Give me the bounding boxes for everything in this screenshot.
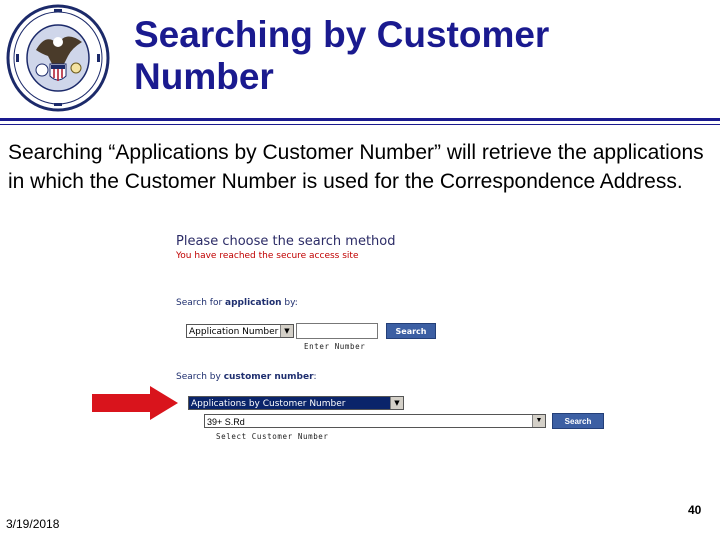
uspto-seal-icon <box>6 4 110 112</box>
application-type-value: Application Number <box>189 327 279 337</box>
slide-date: 3/19/2018 <box>6 517 60 531</box>
slide-title: Searching by Customer Number <box>134 14 550 97</box>
application-label-suffix: by: <box>281 298 298 308</box>
slide-body-text: Searching “Applications by Customer Numb… <box>8 141 704 193</box>
customer-search-type-select[interactable]: Applications by Customer Number ▼ <box>188 396 404 410</box>
red-arrow-icon <box>92 386 178 420</box>
customer-label-suffix: : <box>313 372 317 382</box>
customer-search-label: Search by customer number: <box>176 372 317 382</box>
enter-number-caption: Enter Number <box>304 342 366 351</box>
application-number-input[interactable] <box>296 323 378 339</box>
customer-label-bold: customer number <box>223 372 314 382</box>
application-label-prefix: Search for <box>176 298 226 308</box>
search-method-heading: Please choose the search method <box>176 234 396 249</box>
application-search-button[interactable]: Search <box>386 323 436 339</box>
chevron-down-icon[interactable]: ▼ <box>532 415 545 427</box>
application-type-select[interactable]: Application Number ▼ <box>186 324 294 338</box>
application-label-bold: application <box>225 298 282 308</box>
title-divider-thin <box>0 124 720 125</box>
chevron-down-icon[interactable]: ▼ <box>280 325 293 337</box>
customer-search-type-value: Applications by Customer Number <box>191 399 346 409</box>
chevron-down-icon[interactable]: ▼ <box>390 397 403 409</box>
customer-number-select[interactable]: 39+ S.Rd ▼ <box>204 414 546 428</box>
secure-site-notice: You have reached the secure access site <box>176 251 359 261</box>
title-divider <box>0 118 720 121</box>
customer-label-prefix: Search by <box>176 372 224 382</box>
application-search-label: Search for application by: <box>176 298 298 308</box>
slide-page-number: 40 <box>688 503 702 517</box>
customer-number-value: 39+ S.Rd <box>207 417 245 427</box>
customer-search-button[interactable]: Search <box>552 413 604 429</box>
select-customer-number-caption: Select Customer Number <box>216 432 329 441</box>
